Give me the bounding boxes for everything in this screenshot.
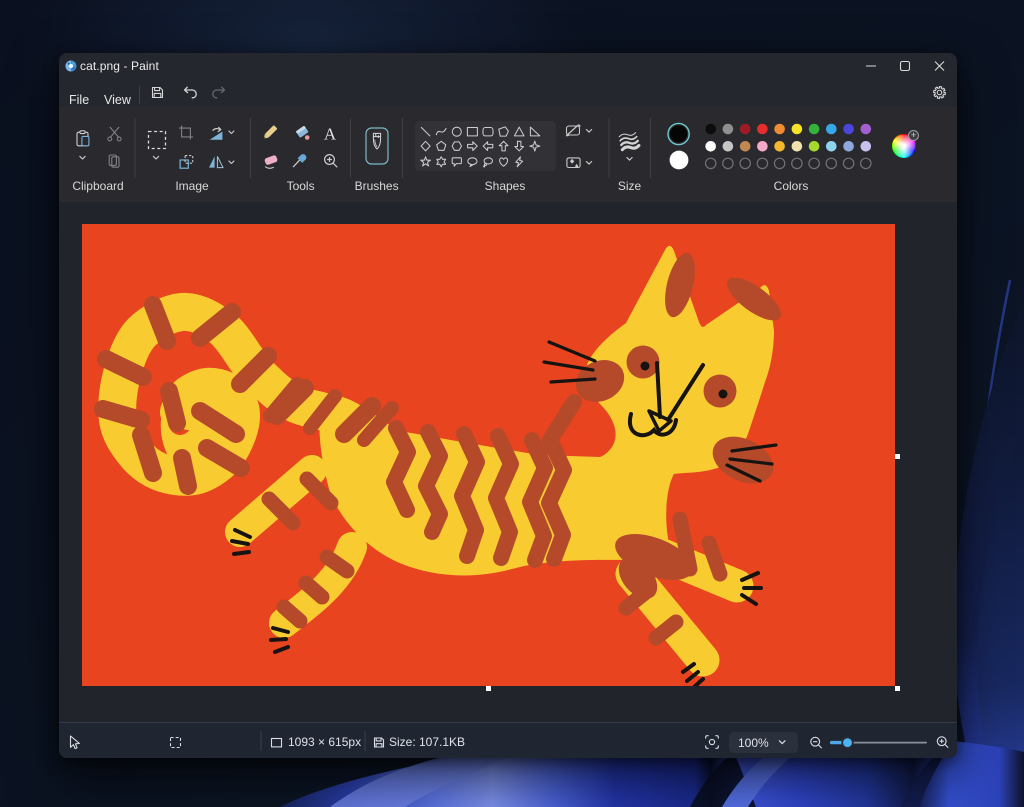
svg-text:Size: Size bbox=[618, 179, 642, 193]
svg-text:A: A bbox=[324, 125, 337, 144]
svg-text:Shapes: Shapes bbox=[485, 179, 526, 193]
svg-text:Brushes: Brushes bbox=[355, 179, 399, 193]
svg-text:Image: Image bbox=[175, 179, 209, 193]
svg-text:Colors: Colors bbox=[774, 179, 809, 193]
svg-text:Clipboard: Clipboard bbox=[72, 179, 123, 193]
svg-text:Tools: Tools bbox=[287, 179, 315, 193]
